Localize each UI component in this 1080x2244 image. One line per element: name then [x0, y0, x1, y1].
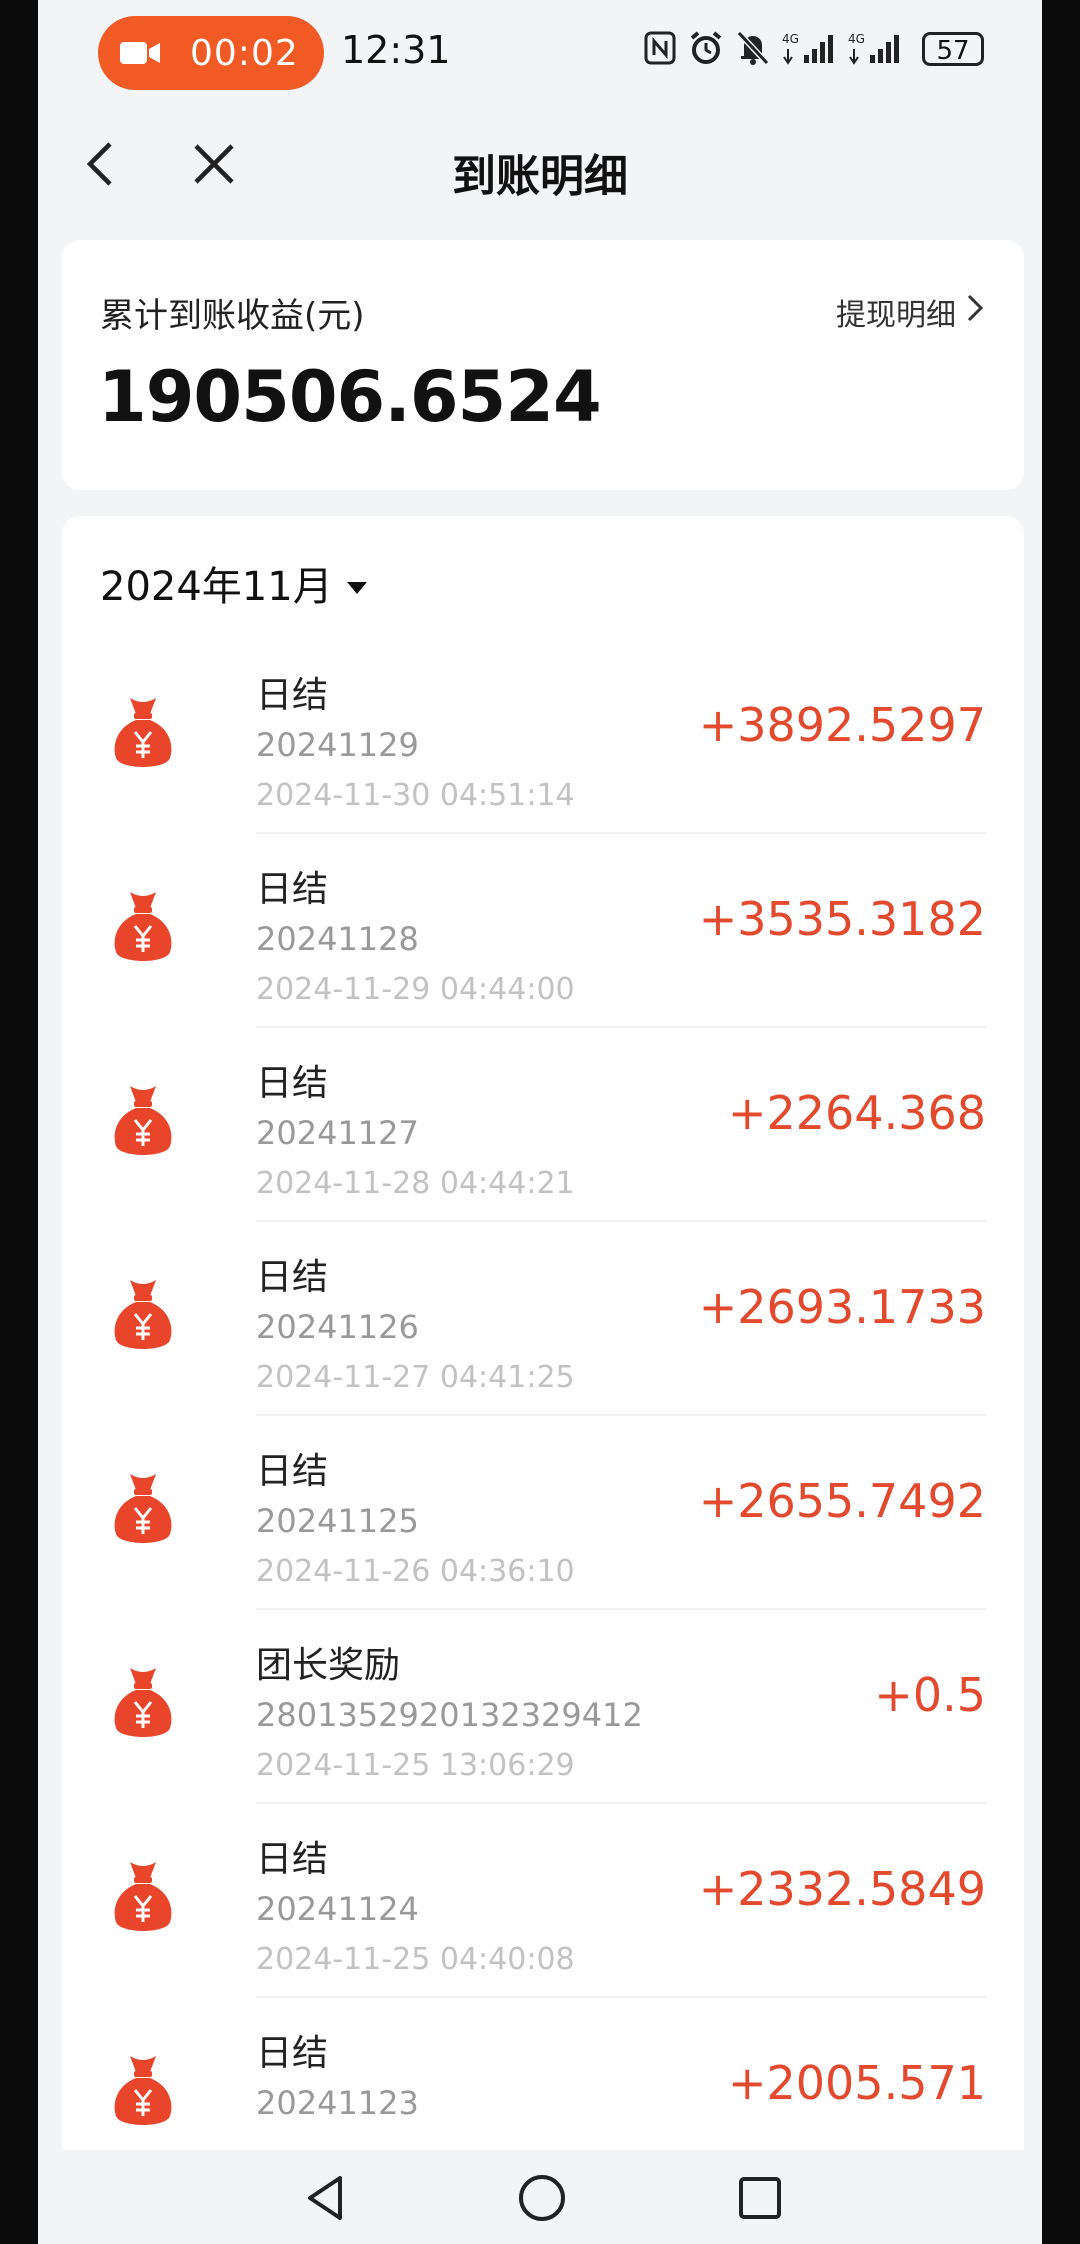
transaction-timestamp: 2024-11-30 04:51:14: [256, 778, 575, 813]
month-label: 2024年11月: [100, 564, 333, 610]
transaction-list: 日结 20241129 2024-11-30 04:51:14 +3892.52…: [62, 640, 1024, 2192]
list-item[interactable]: 日结 20241128 2024-11-29 04:44:00 +3535.31…: [62, 834, 1024, 1028]
money-bag-icon: [110, 1858, 176, 1936]
nfc-icon: [644, 31, 676, 65]
status-bar: 00:02 12:31 4G 4G 57: [38, 0, 1042, 110]
transaction-amount: +2264.368: [727, 1086, 986, 1140]
transaction-amount: +3535.3182: [698, 892, 986, 946]
transaction-title: 日结: [256, 1257, 329, 1298]
top-nav-bar: 到账明细: [38, 110, 1042, 220]
withdrawal-details-label: 提现明细: [836, 298, 956, 333]
money-bag-icon: [110, 888, 176, 966]
earnings-summary-card: 累计到账收益(元) 提现明细 190506.6524: [62, 240, 1024, 490]
list-item[interactable]: 日结 20241127 2024-11-28 04:44:21 +2264.36…: [62, 1028, 1024, 1222]
transaction-title: 日结: [256, 869, 329, 910]
transaction-reference: 20241129: [256, 726, 419, 764]
transaction-timestamp: 2024-11-25 13:06:29: [256, 1748, 575, 1783]
transaction-timestamp: 2024-11-28 04:44:21: [256, 1166, 575, 1201]
battery-indicator: 57: [922, 32, 984, 66]
month-selector[interactable]: 2024年11月: [100, 554, 367, 612]
transaction-amount: +2332.5849: [698, 1862, 986, 1916]
transaction-title: 日结: [256, 1063, 329, 1104]
total-earnings-label: 累计到账收益(元): [100, 296, 365, 336]
transaction-reference: 20241125: [256, 1502, 419, 1540]
total-earnings-value: 190506.6524: [98, 356, 602, 438]
withdrawal-details-link[interactable]: 提现明细: [836, 290, 986, 334]
transaction-title: 日结: [256, 1839, 329, 1880]
transaction-reference: 20241128: [256, 920, 419, 958]
caret-down-icon: [346, 560, 367, 606]
transaction-reference: 20241124: [256, 1890, 419, 1928]
transaction-reference: 20241126: [256, 1308, 419, 1346]
status-clock: 12:31: [341, 28, 451, 72]
transaction-reference: 20241123: [256, 2084, 419, 2122]
transaction-timestamp: 2024-11-25 04:40:08: [256, 1942, 575, 1977]
svg-text:4G: 4G: [782, 32, 799, 46]
list-item[interactable]: 团长奖励 2801352920132329412 2024-11-25 13:0…: [62, 1610, 1024, 1804]
list-item[interactable]: 日结 20241125 2024-11-26 04:36:10 +2655.74…: [62, 1416, 1024, 1610]
transaction-title: 日结: [256, 1451, 329, 1492]
nav-back-icon[interactable]: [300, 2172, 352, 2224]
list-item[interactable]: 日结 20241124 2024-11-25 04:40:08 +2332.58…: [62, 1804, 1024, 1998]
alarm-icon: [688, 30, 724, 66]
transaction-title: 日结: [256, 675, 329, 716]
transaction-title: 日结: [256, 2033, 329, 2074]
transaction-amount: +0.5: [874, 1668, 986, 1722]
transaction-list-card: 2024年11月 日结 20241129 2024-11-30 04:51:14…: [62, 516, 1024, 2192]
video-camera-icon: [120, 33, 176, 73]
chevron-right-icon: [964, 291, 986, 333]
signal-icon: 4G: [782, 31, 836, 65]
nav-home-icon[interactable]: [516, 2172, 568, 2224]
transaction-reference: 2801352920132329412: [256, 1696, 643, 1734]
transaction-amount: +2005.571: [727, 2056, 986, 2110]
transaction-amount: +2655.7492: [698, 1474, 986, 1528]
system-navigation-bar: [38, 2150, 1042, 2244]
money-bag-icon: [110, 1276, 176, 1354]
page-title: 到账明细: [452, 151, 628, 202]
transaction-timestamp: 2024-11-29 04:44:00: [256, 972, 575, 1007]
phone-screen: 00:02 12:31 4G 4G 57 到账明细 累计到账收益(元) 提现明细…: [38, 0, 1042, 2244]
transaction-title: 团长奖励: [256, 1645, 401, 1686]
screen-recording-pill[interactable]: 00:02: [98, 16, 324, 90]
money-bag-icon: [110, 694, 176, 772]
list-item[interactable]: 日结 20241126 2024-11-27 04:41:25 +2693.17…: [62, 1222, 1024, 1416]
transaction-amount: +2693.1733: [698, 1280, 986, 1334]
recording-timer: 00:02: [190, 32, 299, 74]
money-bag-icon: [110, 2052, 176, 2130]
svg-text:4G: 4G: [848, 32, 865, 46]
status-icon-group: 4G 4G: [644, 30, 902, 66]
transaction-timestamp: 2024-11-26 04:36:10: [256, 1554, 575, 1589]
list-item[interactable]: 日结 20241129 2024-11-30 04:51:14 +3892.52…: [62, 640, 1024, 834]
money-bag-icon: [110, 1664, 176, 1742]
transaction-timestamp: 2024-11-27 04:41:25: [256, 1360, 575, 1395]
signal-icon: 4G: [848, 31, 902, 65]
money-bag-icon: [110, 1082, 176, 1160]
transaction-amount: +3892.5297: [698, 698, 986, 752]
transaction-reference: 20241127: [256, 1114, 419, 1152]
nav-recents-icon[interactable]: [734, 2172, 786, 2224]
mute-bell-icon: [736, 30, 770, 66]
money-bag-icon: [110, 1470, 176, 1548]
